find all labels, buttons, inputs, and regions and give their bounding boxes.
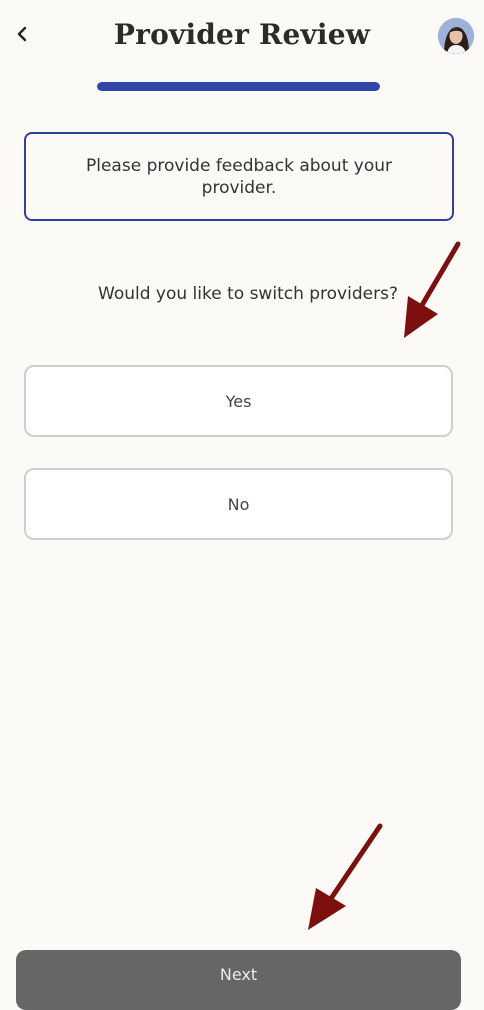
user-avatar-icon — [438, 18, 474, 54]
question-text: Would you like to switch providers? — [98, 284, 398, 304]
option-no-label: No — [227, 494, 250, 514]
annotation-arrow-icon — [308, 823, 383, 930]
next-button[interactable]: Next — [16, 950, 461, 1010]
option-yes-button[interactable]: Yes — [24, 365, 453, 437]
avatar[interactable] — [438, 18, 474, 54]
progress-bar — [97, 82, 380, 91]
option-yes-label: Yes — [225, 391, 252, 411]
app-header: Provider Review — [0, 0, 484, 76]
progress-bar-fill — [97, 82, 380, 91]
info-box-text: Please provide feedback about your provi… — [86, 155, 392, 198]
option-no-button[interactable]: No — [24, 468, 453, 540]
info-box: Please provide feedback about your provi… — [24, 132, 454, 221]
page-title: Provider Review — [113, 18, 371, 51]
next-button-label: Next — [219, 965, 258, 984]
